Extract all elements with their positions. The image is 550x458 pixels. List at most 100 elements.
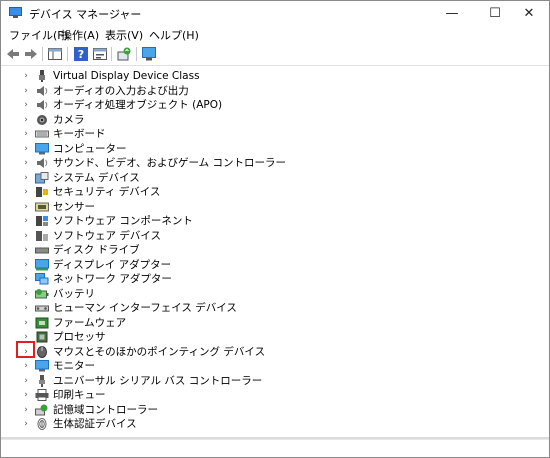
device-manager-app-icon <box>9 7 22 18</box>
expand-chevron-icon[interactable]: › <box>21 127 31 141</box>
expand-chevron-icon[interactable]: › <box>21 142 31 156</box>
tree-category-label: 生体認証デバイス <box>53 418 137 430</box>
tree-category-label: コンピューター <box>53 142 127 155</box>
expand-chevron-icon[interactable]: › <box>21 243 31 257</box>
storage-icon <box>35 404 48 415</box>
keyboard-icon <box>35 130 49 138</box>
tree-category-row[interactable]: › ネットワーク アダプター <box>1 272 549 286</box>
help-icon[interactable]: ? <box>73 46 89 62</box>
tree-category-row[interactable]: › サウンド、ビデオ、およびゲーム コントローラー <box>1 156 549 170</box>
tree-category-label: マウスとそのほかのポインティング デバイス <box>53 345 266 358</box>
tree-category-row[interactable]: › ソフトウェア コンポーネント <box>1 214 549 228</box>
toolbar-separator <box>67 47 68 61</box>
tree-category-row[interactable]: › バッテリ <box>1 287 549 301</box>
status-bar <box>1 439 549 457</box>
expand-chevron-icon[interactable]: › <box>21 69 31 83</box>
window-title: デバイス マネージャー <box>29 8 142 21</box>
tree-category-label: バッテリ <box>53 287 95 300</box>
back-arrow-icon[interactable] <box>5 46 21 62</box>
speaker-icon <box>37 158 48 168</box>
tree-category-row[interactable]: › 記憶域コントローラー <box>1 403 549 417</box>
tree-category-row[interactable]: › モニター <box>1 359 549 373</box>
security-icon <box>36 187 48 197</box>
expand-chevron-icon[interactable]: › <box>21 229 31 243</box>
expand-chevron-icon[interactable]: › <box>21 214 31 228</box>
console-tree-icon[interactable] <box>47 46 63 62</box>
toolbar: ? <box>1 43 549 66</box>
tree-category-row[interactable]: › キーボード <box>1 127 549 141</box>
highlight-box <box>16 341 35 358</box>
menu-view[interactable]: 表示(V) <box>105 27 143 43</box>
tree-category-label: ファームウェア <box>53 316 127 329</box>
tree-category-row[interactable]: › ディスプレイ アダプター <box>1 258 549 272</box>
forward-arrow-icon[interactable] <box>23 46 39 62</box>
expand-chevron-icon[interactable]: › <box>21 84 31 98</box>
tree-category-row[interactable]: › ユニバーサル シリアル バス コントローラー <box>1 374 549 388</box>
tree-category-label: オーディオ処理オブジェクト (APO) <box>53 99 223 111</box>
properties-icon[interactable] <box>92 46 108 62</box>
tree-category-row[interactable]: › セキュリティ デバイス <box>1 185 549 199</box>
tree-category-row[interactable]: › ディスク ドライブ <box>1 243 549 257</box>
expand-chevron-icon[interactable]: › <box>21 272 31 286</box>
processor-icon <box>36 331 48 343</box>
tree-category-row[interactable]: › センサー <box>1 200 549 214</box>
tree-category-row[interactable]: › マウスとそのほかのポインティング デバイス <box>1 345 549 359</box>
svg-text:?: ? <box>78 48 84 61</box>
expand-chevron-icon[interactable]: › <box>21 98 31 112</box>
firmware-icon <box>35 317 49 328</box>
tree-category-row[interactable]: › Virtual Display Device Class <box>1 69 549 83</box>
tree-category-row[interactable]: › 生体認証デバイス <box>1 417 549 431</box>
system-icon <box>35 171 49 183</box>
expand-chevron-icon[interactable]: › <box>21 374 31 388</box>
tree-category-row[interactable]: › オーディオ処理オブジェクト (APO) <box>1 98 549 112</box>
minimize-button[interactable]: — <box>432 1 472 25</box>
tree-category-label: ネットワーク アダプター <box>53 273 172 285</box>
expand-chevron-icon[interactable]: › <box>21 359 31 373</box>
expand-chevron-icon[interactable]: › <box>21 388 31 402</box>
expand-chevron-icon[interactable]: › <box>21 403 31 417</box>
menu-action[interactable]: 操作(A) <box>61 27 99 43</box>
tree-category-label: キーボード <box>53 128 106 140</box>
tree-category-row[interactable]: › コンピューター <box>1 142 549 156</box>
biometric-icon <box>37 418 47 430</box>
tree-category-row[interactable]: › カメラ <box>1 113 549 127</box>
tree-category-row[interactable]: › ソフトウェア デバイス <box>1 229 549 243</box>
menu-help[interactable]: ヘルプ(H) <box>149 27 199 43</box>
tree-category-row[interactable]: › プロセッサ <box>1 330 549 344</box>
close-button[interactable]: ✕ <box>509 1 549 25</box>
tree-category-label: セキュリティ デバイス <box>53 186 161 198</box>
network-icon <box>35 273 49 285</box>
tree-category-row[interactable]: › システム デバイス <box>1 171 549 185</box>
tree-category-label: ディスプレイ アダプター <box>53 258 172 271</box>
tree-category-label: ユニバーサル シリアル バス コントローラー <box>53 374 263 387</box>
tree-category-row[interactable]: › ヒューマン インターフェイス デバイス <box>1 301 549 315</box>
software-device-icon <box>36 230 48 241</box>
menu-file[interactable]: ファイル(F) <box>9 27 68 43</box>
scan-hardware-icon[interactable] <box>116 46 132 62</box>
expand-chevron-icon[interactable]: › <box>21 287 31 301</box>
tree-category-row[interactable]: › ファームウェア <box>1 316 549 330</box>
expand-chevron-icon[interactable]: › <box>21 156 31 170</box>
device-tree: › Virtual Display Device Class › オーディオの入力およ… <box>1 67 549 435</box>
menu-bar: ファイル(F) 操作(A) 表示(V) ヘルプ(H) <box>1 25 549 43</box>
computer-monitor-icon[interactable] <box>141 46 157 62</box>
tree-category-label: 印刷キュー <box>53 389 106 401</box>
speaker-icon <box>37 100 48 110</box>
toolbar-separator <box>136 47 137 61</box>
tree-category-row[interactable]: › オーディオの入力および出力 <box>1 84 549 98</box>
expand-chevron-icon[interactable]: › <box>21 258 31 272</box>
expand-chevron-icon[interactable]: › <box>21 171 31 185</box>
tree-category-label: システム デバイス <box>53 171 140 184</box>
tree-category-row[interactable]: › 印刷キュー <box>1 388 549 402</box>
printer-icon <box>35 389 49 401</box>
expand-chevron-icon[interactable]: › <box>21 113 31 127</box>
expand-chevron-icon[interactable]: › <box>21 417 31 431</box>
tree-category-label: モニター <box>53 360 95 372</box>
expand-chevron-icon[interactable]: › <box>21 185 31 199</box>
expand-chevron-icon[interactable]: › <box>21 200 31 214</box>
tree-category-label: ヒューマン インターフェイス デバイス <box>53 302 237 314</box>
expand-chevron-icon[interactable]: › <box>21 301 31 315</box>
usb-icon <box>39 374 45 387</box>
expand-chevron-icon[interactable]: › <box>21 316 31 330</box>
title-bar[interactable]: デバイス マネージャー — ☐ ✕ <box>1 1 549 25</box>
